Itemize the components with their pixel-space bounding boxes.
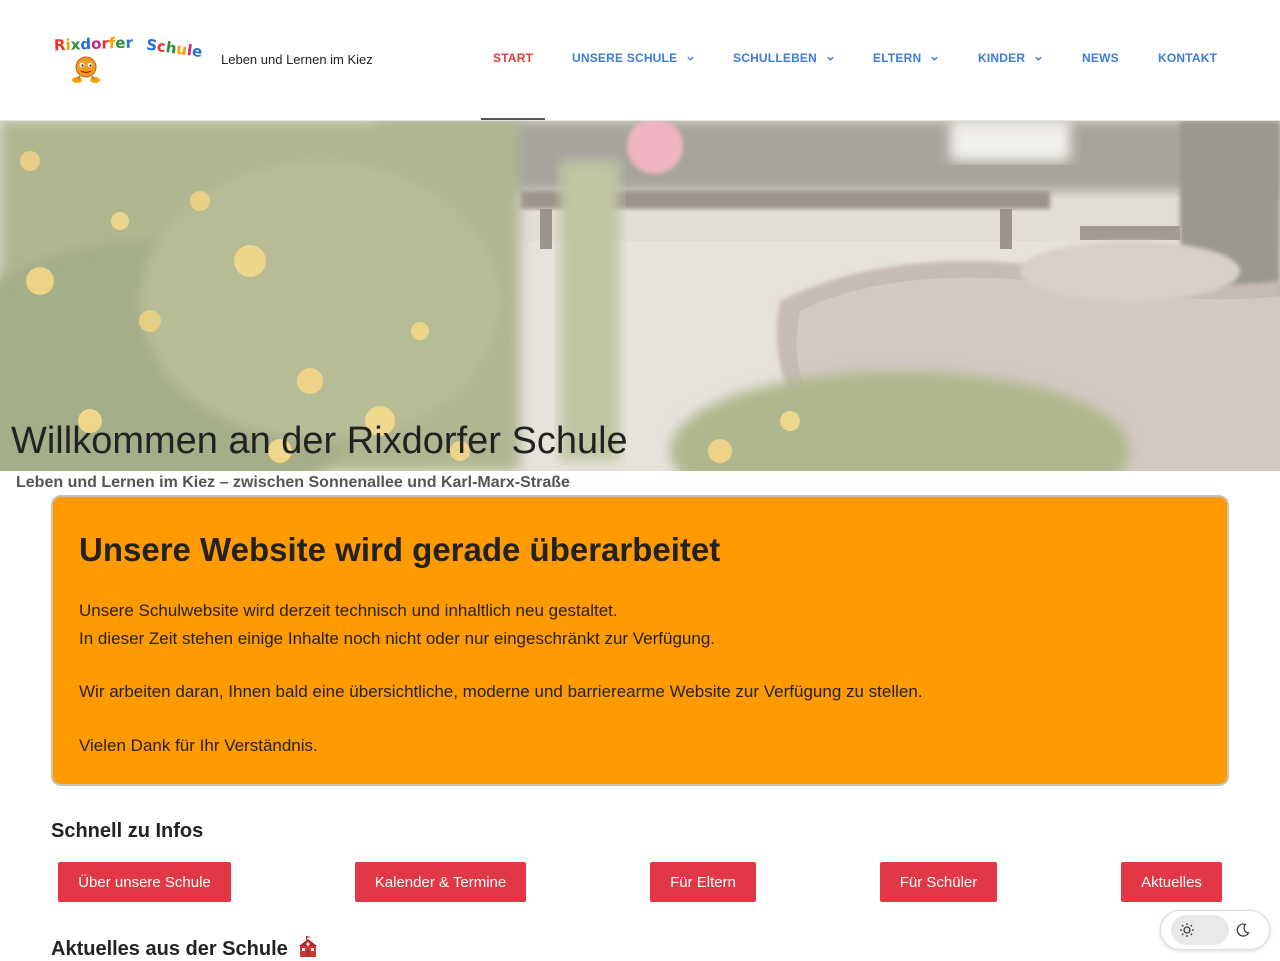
sun-icon[interactable]: [1179, 922, 1195, 938]
chevron-down-icon: [1035, 56, 1042, 61]
nav-kinder[interactable]: KINDER: [978, 51, 1043, 65]
nav-schulleben-label: SCHULLEBEN: [733, 51, 818, 65]
notice-box: Unsere Website wird gerade überarbeitet …: [51, 495, 1229, 786]
logo-graphic: Rixdorfer Schule: [54, 34, 204, 83]
nav-schulleben[interactable]: SCHULLEBEN: [733, 51, 835, 65]
notice-line-1: Unsere Schulwebsite wird derzeit technis…: [79, 601, 618, 620]
site-header: Rixdorfer Schule Leben und Lernen im Kie…: [0, 0, 1280, 121]
hero-title: Willkommen an der Rixdorfer Schule: [11, 420, 628, 462]
chevron-down-icon: [687, 56, 694, 61]
chevron-down-icon: [827, 56, 834, 61]
nav-eltern-label: ELTERN: [873, 51, 922, 65]
hero-overlay: [0, 121, 1280, 471]
notice-line-2: In dieser Zeit stehen einige Inhalte noc…: [79, 629, 716, 648]
quick-links-title: Schnell zu Infos: [51, 820, 204, 842]
button-kalender-termine[interactable]: Kalender & Termine: [355, 862, 526, 902]
hero-image: [0, 121, 1280, 471]
nav-unsere-schule[interactable]: UNSERE SCHULE: [572, 51, 695, 65]
notice-line-4: Vielen Dank für Ihr Verständnis.: [79, 736, 318, 755]
theme-toggle[interactable]: [1160, 910, 1270, 950]
button-fuer-schueler[interactable]: Für Schüler: [880, 862, 997, 902]
svg-text:Schule: Schule: [145, 35, 203, 61]
nav-kontakt-label: KONTAKT: [1158, 51, 1218, 65]
button-ueber-unsere-schule[interactable]: Über unsere Schule: [58, 862, 231, 902]
hero-subtitle: Leben und Lernen im Kiez – zwischen Sonn…: [16, 474, 570, 491]
header-tagline: Leben und Lernen im Kiez: [221, 52, 373, 67]
button-aktuelles[interactable]: Aktuelles: [1121, 862, 1222, 902]
svg-text:Rixdorfer: Rixdorfer: [54, 34, 134, 55]
moon-icon[interactable]: [1235, 922, 1251, 938]
notice-title: Unsere Website wird gerade überarbeitet: [79, 531, 721, 568]
notice-line-3: Wir arbeiten daran, Ihnen bald eine über…: [79, 682, 923, 701]
nav-kinder-label: KINDER: [978, 51, 1026, 65]
chevron-down-icon: [931, 56, 938, 61]
nav-active-indicator: [481, 118, 545, 120]
nav-news[interactable]: NEWS: [1082, 51, 1119, 65]
nav-kontakt[interactable]: KONTAKT: [1158, 51, 1217, 65]
news-section-title-text: Aktuelles aus der Schule: [51, 938, 288, 960]
nav-start[interactable]: START: [493, 51, 533, 65]
nav-news-label: NEWS: [1082, 51, 1119, 65]
button-fuer-eltern[interactable]: Für Eltern: [650, 862, 756, 902]
nav-start-label: START: [493, 51, 534, 65]
school-logo[interactable]: Rixdorfer Schule: [52, 33, 204, 87]
news-section-title: Aktuelles aus der Schule: [51, 936, 319, 961]
nav-eltern[interactable]: ELTERN: [873, 51, 939, 65]
school-building-icon: [299, 936, 318, 957]
nav-unsere-schule-label: UNSERE SCHULE: [572, 51, 678, 65]
